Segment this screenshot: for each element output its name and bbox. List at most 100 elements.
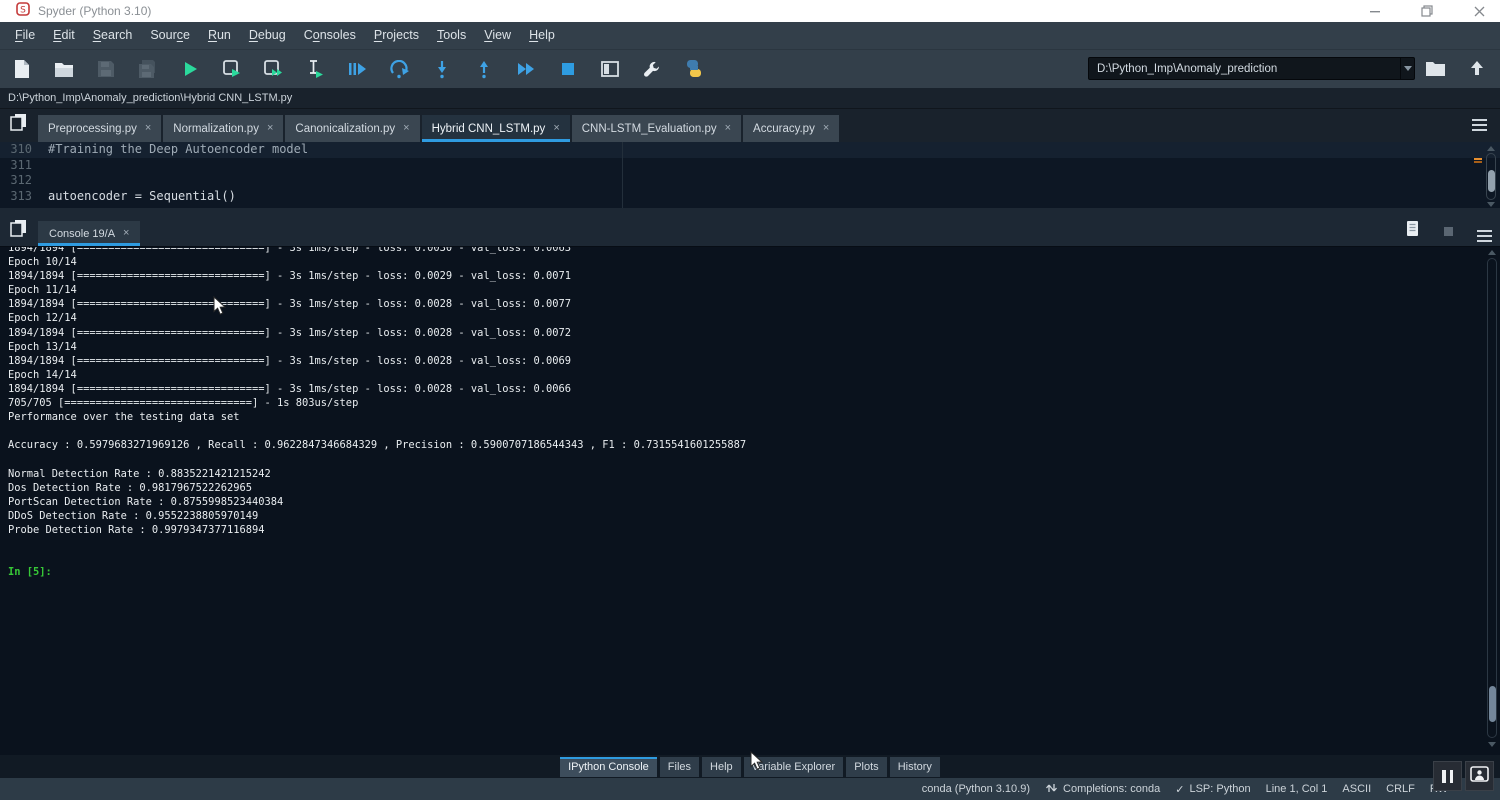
tab-ipython-console[interactable]: IPython Console bbox=[560, 757, 657, 777]
column-edge-line bbox=[622, 142, 623, 208]
tab-help[interactable]: Help bbox=[702, 757, 741, 777]
menu-consoles[interactable]: Consoles bbox=[295, 22, 365, 49]
editor-tab-canonicalization[interactable]: Canonicalization.py× bbox=[285, 115, 419, 142]
editor-line: 312 bbox=[0, 173, 1500, 189]
console-scrollbar[interactable] bbox=[1487, 258, 1497, 738]
recorder-pause-button[interactable] bbox=[1433, 761, 1462, 791]
console-prompt[interactable]: In [5]: bbox=[8, 565, 1500, 579]
chevron-down-icon[interactable] bbox=[1400, 58, 1414, 79]
run-cell-advance-icon[interactable] bbox=[262, 57, 285, 81]
working-directory-value: D:\Python_Imp\Anomaly_prediction bbox=[1097, 63, 1277, 75]
close-icon[interactable]: × bbox=[725, 123, 731, 134]
interrupt-kernel-icon[interactable] bbox=[1444, 227, 1453, 236]
menu-source[interactable]: Source bbox=[141, 22, 199, 49]
mouse-cursor bbox=[750, 751, 764, 776]
debug-step-out-icon[interactable] bbox=[472, 57, 495, 81]
warning-scrollflag[interactable] bbox=[1474, 161, 1482, 163]
restore-icon[interactable] bbox=[1416, 2, 1438, 20]
editor-tab-hybrid-cnn-lstm[interactable]: Hybrid CNN_LSTM.py× bbox=[422, 115, 570, 142]
editor-tab-normalization[interactable]: Normalization.py× bbox=[163, 115, 283, 142]
menu-help[interactable]: Help bbox=[520, 22, 564, 49]
menu-search[interactable]: Search bbox=[84, 22, 142, 49]
webcam-frame-icon bbox=[1470, 766, 1489, 787]
console-options-menu-icon[interactable] bbox=[1477, 230, 1492, 232]
completions-status[interactable]: Completions: conda bbox=[1045, 782, 1160, 797]
debug-continue-icon[interactable] bbox=[514, 57, 537, 81]
close-icon[interactable]: × bbox=[823, 123, 829, 134]
python-path-manager-icon[interactable] bbox=[682, 57, 705, 81]
tab-files[interactable]: Files bbox=[660, 757, 699, 777]
maximize-pane-icon[interactable] bbox=[598, 57, 621, 81]
spyder-logo-icon: S bbox=[16, 2, 30, 21]
editor-options-menu-icon[interactable] bbox=[1472, 119, 1487, 121]
editor-tab-cnn-lstm-evaluation[interactable]: CNN-LSTM_Evaluation.py× bbox=[572, 115, 741, 142]
warning-scrollflag[interactable] bbox=[1474, 158, 1482, 160]
completions-icon bbox=[1045, 782, 1058, 797]
console-tab[interactable]: Console 19/A × bbox=[38, 221, 140, 246]
close-icon[interactable]: × bbox=[123, 228, 129, 239]
titlebar: S Spyder (Python 3.10) bbox=[0, 0, 1500, 22]
stop-debug-icon[interactable] bbox=[556, 57, 579, 81]
menu-edit[interactable]: Edit bbox=[44, 22, 84, 49]
scroll-up-icon[interactable] bbox=[1488, 250, 1496, 255]
current-file-path: D:\Python_Imp\Anomaly_prediction\Hybrid … bbox=[8, 92, 292, 104]
editor-tab-preprocessing[interactable]: Preprocessing.py× bbox=[38, 115, 161, 142]
close-icon[interactable]: × bbox=[267, 123, 273, 134]
browse-tabs-icon[interactable] bbox=[9, 219, 31, 239]
lsp-status[interactable]: ✓ LSP: Python bbox=[1175, 783, 1250, 796]
console-tabbar: Console 19/A × bbox=[0, 216, 1500, 246]
editor-line: 311 bbox=[0, 158, 1500, 174]
spyder-window: S Spyder (Python 3.10) File Edit Search … bbox=[0, 0, 1500, 800]
re-run-cell-icon[interactable] bbox=[346, 57, 369, 81]
console-scrollbar-thumb[interactable] bbox=[1489, 686, 1496, 722]
browse-working-directory-icon[interactable] bbox=[1424, 56, 1447, 80]
close-icon[interactable]: × bbox=[553, 123, 559, 134]
tab-plots[interactable]: Plots bbox=[846, 757, 886, 777]
run-cell-icon[interactable] bbox=[220, 57, 243, 81]
tab-history[interactable]: History bbox=[890, 757, 940, 777]
encoding-status: ASCII bbox=[1342, 783, 1371, 795]
minimize-icon[interactable] bbox=[1364, 2, 1386, 20]
parent-directory-icon[interactable] bbox=[1465, 56, 1488, 80]
open-file-icon[interactable] bbox=[52, 57, 75, 81]
menu-tools[interactable]: Tools bbox=[428, 22, 475, 49]
editor-line: 310#Training the Deep Autoencoder model bbox=[0, 142, 1500, 158]
pause-icon bbox=[1442, 770, 1453, 783]
editor-tab-accuracy[interactable]: Accuracy.py× bbox=[743, 115, 839, 142]
working-directory-combobox[interactable]: D:\Python_Imp\Anomaly_prediction bbox=[1088, 57, 1415, 80]
close-window-icon[interactable] bbox=[1468, 2, 1490, 20]
menu-run[interactable]: Run bbox=[199, 22, 240, 49]
cursor-position-status: Line 1, Col 1 bbox=[1266, 783, 1328, 795]
scroll-down-icon[interactable] bbox=[1487, 202, 1495, 207]
menu-view[interactable]: View bbox=[475, 22, 520, 49]
eol-status: CRLF bbox=[1386, 783, 1415, 795]
editor-scrollbar-thumb[interactable] bbox=[1488, 170, 1495, 192]
menu-debug[interactable]: Debug bbox=[240, 22, 295, 49]
check-icon: ✓ bbox=[1175, 783, 1184, 796]
editor-line: 313autoencoder = Sequential() bbox=[0, 189, 1500, 205]
browse-tabs-icon[interactable] bbox=[9, 113, 31, 133]
run-selection-icon[interactable] bbox=[304, 57, 327, 81]
debug-step-over-icon[interactable] bbox=[388, 57, 411, 81]
close-icon[interactable]: × bbox=[145, 123, 151, 134]
run-file-icon[interactable] bbox=[178, 57, 201, 81]
menu-projects[interactable]: Projects bbox=[365, 22, 428, 49]
statusbar: conda (Python 3.10.9) Completions: conda… bbox=[0, 778, 1500, 800]
menu-file[interactable]: File bbox=[6, 22, 44, 49]
interpreter-status[interactable]: conda (Python 3.10.9) bbox=[922, 783, 1030, 795]
code-editor[interactable]: 310#Training the Deep Autoencoder model … bbox=[0, 142, 1500, 208]
scroll-up-icon[interactable] bbox=[1487, 146, 1495, 151]
svg-text:S: S bbox=[20, 5, 26, 15]
save-all-icon[interactable] bbox=[136, 57, 159, 81]
close-icon[interactable]: × bbox=[403, 123, 409, 134]
scroll-down-icon[interactable] bbox=[1488, 742, 1496, 747]
debug-step-into-icon[interactable] bbox=[430, 57, 453, 81]
ipython-console-output[interactable]: 1894/1894 [=============================… bbox=[0, 246, 1500, 755]
new-console-icon[interactable] bbox=[1405, 220, 1420, 242]
window-title: Spyder (Python 3.10) bbox=[38, 4, 151, 18]
preferences-icon[interactable] bbox=[640, 57, 663, 81]
new-file-icon[interactable] bbox=[10, 57, 33, 81]
save-file-icon[interactable] bbox=[94, 57, 117, 81]
recorder-webcam-button[interactable] bbox=[1465, 761, 1494, 791]
mouse-cursor bbox=[213, 296, 227, 321]
